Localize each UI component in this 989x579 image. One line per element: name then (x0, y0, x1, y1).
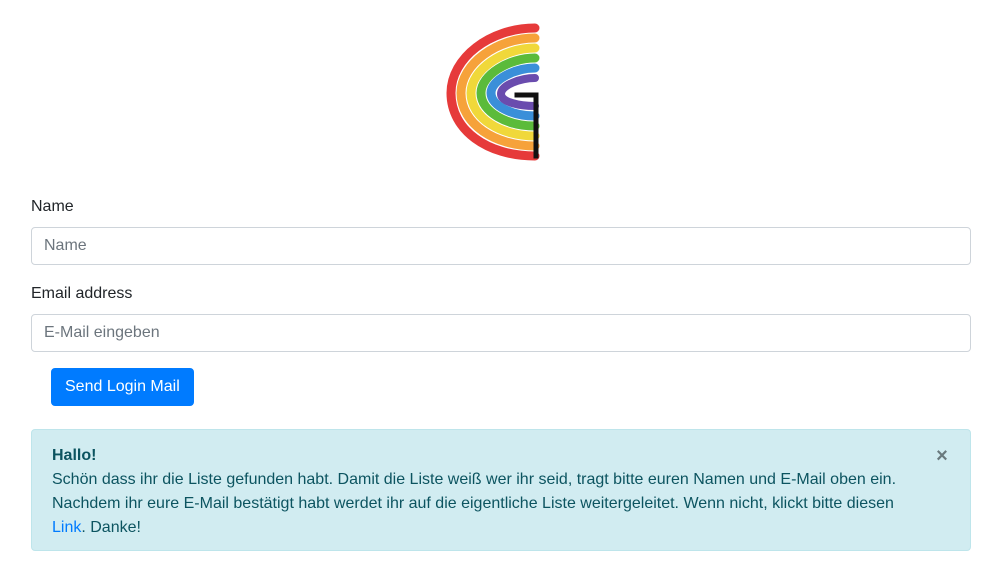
email-label: Email address (31, 285, 133, 302)
close-icon[interactable]: × (934, 444, 950, 468)
rainbow-g-logo-icon (445, 23, 539, 161)
login-form: Name Email address Send Login Mail (31, 196, 971, 406)
alert-message: Schön dass ihr die Liste gefunden habt. … (52, 471, 896, 536)
name-input[interactable] (31, 227, 971, 265)
send-login-mail-button[interactable]: Send Login Mail (51, 368, 194, 406)
login-page: Name Email address Send Login Mail × Hal… (0, 0, 989, 579)
email-group: Email address (31, 283, 971, 352)
alert-text-end: . Danke! (81, 519, 141, 536)
info-alert: × Hallo! Schön dass ihr die Liste gefund… (31, 429, 971, 551)
email-input[interactable] (31, 314, 971, 352)
name-group: Name (31, 196, 971, 265)
alert-link[interactable]: Link (52, 519, 81, 536)
alert-text: Schön dass ihr die Liste gefunden habt. … (52, 471, 897, 512)
alert-title: Hallo! (52, 447, 97, 464)
name-label: Name (31, 198, 74, 215)
logo-container (0, 20, 989, 166)
